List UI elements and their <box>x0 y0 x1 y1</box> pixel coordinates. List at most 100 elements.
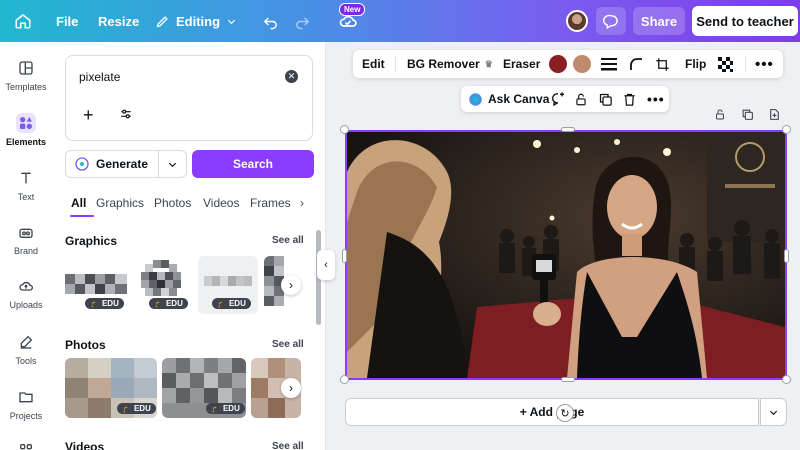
corner-rounding-button[interactable] <box>629 50 643 78</box>
trash-icon <box>624 93 635 106</box>
color-swatch-button[interactable] <box>573 55 591 73</box>
comments-button[interactable] <box>596 7 626 35</box>
duplicate-button[interactable] <box>598 86 613 112</box>
color-swatch-button[interactable] <box>549 55 567 73</box>
delete-button[interactable] <box>622 86 637 112</box>
photo-thumbnail[interactable]: 🎓 EDU <box>162 358 246 418</box>
home-button[interactable] <box>14 0 32 42</box>
clear-search-button[interactable]: ✕ <box>285 70 298 83</box>
collapse-panel-button[interactable]: ‹ <box>317 250 335 280</box>
rail-item-text[interactable]: Text <box>0 168 52 202</box>
graduation-cap-icon: 🎓 <box>211 404 221 413</box>
redo-button[interactable] <box>294 0 311 42</box>
transparency-button[interactable] <box>718 50 733 78</box>
rail-item-brand[interactable]: Brand <box>0 222 52 256</box>
file-menu[interactable]: File <box>56 0 78 42</box>
chevron-down-icon <box>227 19 236 24</box>
more-options-button[interactable]: ••• <box>755 50 774 78</box>
chevron-right-icon: › <box>289 381 293 395</box>
tab-videos[interactable]: Videos <box>203 196 239 210</box>
redo-icon <box>296 16 310 29</box>
edit-button[interactable]: Edit <box>362 50 385 78</box>
rail-item-elements[interactable]: Elements <box>0 113 52 147</box>
avatar[interactable] <box>566 10 588 32</box>
graphics-see-all-link[interactable]: See all <box>272 235 304 246</box>
photo-thumbnail[interactable]: 🎓 EDU <box>65 358 157 418</box>
editing-label: Editing <box>176 13 221 29</box>
resize-handle-top[interactable] <box>561 127 575 132</box>
plus-icon: + <box>83 105 94 125</box>
add-button[interactable]: + <box>83 105 94 126</box>
photos-scroll-right-button[interactable]: › <box>281 378 301 398</box>
rotate-button[interactable]: ↻ <box>556 404 574 422</box>
crown-icon: ♛ <box>484 58 493 69</box>
add-page-button-small[interactable] <box>768 108 781 126</box>
add-page-icon <box>770 109 779 120</box>
graphic-thumbnail[interactable]: 🎓 EDU <box>198 256 258 314</box>
rail-item-projects[interactable]: Projects <box>0 387 52 421</box>
resize-handle-left[interactable] <box>342 249 347 263</box>
rail-item-label: Elements <box>5 137 47 147</box>
filter-button[interactable] <box>119 107 133 126</box>
crop-button[interactable] <box>655 50 670 78</box>
sparkle-icon <box>75 157 89 171</box>
share-button[interactable]: Share <box>633 7 685 35</box>
photos-see-all-link[interactable]: See all <box>272 339 304 350</box>
resize-handle-right[interactable] <box>784 249 789 263</box>
rail-item-label: Projects <box>9 411 43 421</box>
resize-handle-bottom-left[interactable] <box>340 375 349 384</box>
graphics-section-title: Graphics <box>65 234 118 248</box>
tab-all[interactable]: All <box>71 196 86 210</box>
editing-mode-dropdown[interactable]: Editing <box>155 0 237 42</box>
chevron-right-icon: › <box>289 278 293 292</box>
lock-page-button[interactable] <box>714 108 726 126</box>
top-bar: File Resize Editing New Share Send to te… <box>0 0 800 42</box>
lock-button[interactable] <box>574 86 588 112</box>
text-icon <box>16 168 36 188</box>
duplicate-page-button[interactable] <box>741 108 754 126</box>
design-page[interactable] <box>345 130 787 380</box>
graphics-scroll-right-button[interactable]: › <box>281 275 301 295</box>
rail-item-uploads[interactable]: Uploads <box>0 276 52 310</box>
add-comment-button[interactable] <box>550 86 566 112</box>
tab-photos[interactable]: Photos <box>154 196 191 210</box>
generate-options-button[interactable] <box>159 159 187 170</box>
add-page-options-button[interactable] <box>760 398 787 426</box>
rail-item-templates[interactable]: Templates <box>0 58 52 92</box>
more-actions-button[interactable]: ••• <box>647 86 665 112</box>
tab-graphics[interactable]: Graphics <box>96 196 144 210</box>
resize-menu[interactable]: Resize <box>98 0 139 42</box>
resize-handle-top-right[interactable] <box>782 125 791 134</box>
elements-panel: pixelate ✕ + Generate Search All Graphic… <box>52 42 326 450</box>
eraser-button[interactable]: Eraser <box>503 50 540 78</box>
projects-icon <box>16 387 36 407</box>
resize-handle-bottom[interactable] <box>561 377 575 382</box>
transparency-icon <box>718 56 733 72</box>
generate-button[interactable]: Generate <box>66 151 159 177</box>
border-style-button[interactable] <box>601 50 617 78</box>
tabs-next-icon[interactable]: › <box>300 196 304 210</box>
edu-badge: 🎓 EDU <box>212 298 251 309</box>
lock-icon <box>716 109 724 120</box>
tab-frames[interactable]: Frames <box>250 196 291 210</box>
resize-handle-bottom-right[interactable] <box>782 375 791 384</box>
bg-remover-button[interactable]: BG Remover ♛ <box>407 50 493 78</box>
rail-item-tools[interactable]: Tools <box>0 332 52 366</box>
rail-item-label: Uploads <box>9 300 43 310</box>
graphic-thumbnail[interactable]: 🎓 EDU <box>133 256 191 314</box>
videos-see-all-link[interactable]: See all <box>272 441 304 450</box>
add-page-button[interactable]: + Add page <box>345 398 759 426</box>
flip-button[interactable]: Flip <box>685 50 706 78</box>
red-carpet-interview-image[interactable] <box>347 132 785 378</box>
search-box[interactable]: pixelate ✕ + <box>65 55 313 141</box>
rail-item-apps[interactable] <box>0 440 52 450</box>
undo-button[interactable] <box>262 0 279 42</box>
search-input[interactable]: pixelate <box>79 70 120 84</box>
duplicate-icon <box>742 109 753 120</box>
send-to-teacher-button[interactable]: Send to teacher <box>692 6 798 36</box>
resize-handle-top-left[interactable] <box>340 125 349 134</box>
graphic-thumbnail[interactable]: 🎓 EDU <box>65 256 127 314</box>
active-tab-indicator <box>70 215 94 217</box>
ask-canva-button[interactable]: Ask Canva <box>468 86 549 112</box>
search-button[interactable]: Search <box>192 150 314 178</box>
